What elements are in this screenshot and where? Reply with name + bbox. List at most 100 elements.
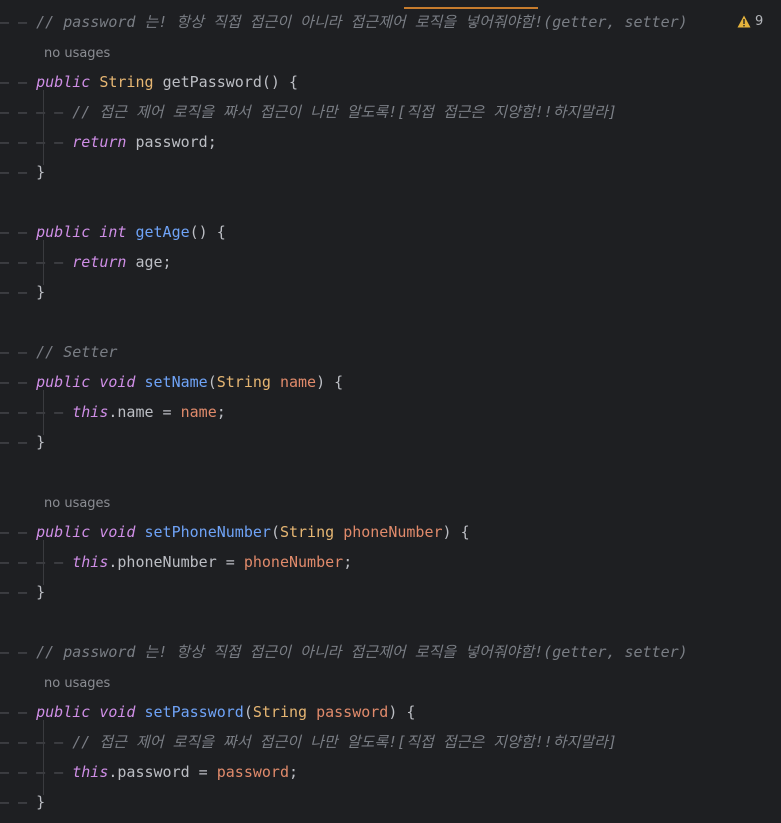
warning-triangle-icon xyxy=(737,15,751,28)
usage-hint[interactable]: no usages xyxy=(44,673,110,695)
code-token: // 접근 제어 로직을 짜서 접근이 나만 알도록![직접 접근은 지양함!!… xyxy=(72,733,617,751)
code-line[interactable]: — — public String getPassword() { xyxy=(0,67,298,97)
code-token: getPassword() { xyxy=(162,73,299,91)
code-token: setPassword xyxy=(144,703,244,721)
code-token: return xyxy=(72,133,127,151)
code-line[interactable]: — — } xyxy=(0,787,45,817)
code-token: .password = xyxy=(108,763,217,781)
code-token: ; xyxy=(216,403,226,421)
indent-guide: — — xyxy=(0,373,37,391)
indent-guide: — — xyxy=(0,283,37,301)
code-line[interactable]: — — — — return age; xyxy=(0,247,172,277)
code-token: } xyxy=(36,433,46,451)
warning-count: 9 xyxy=(755,14,764,29)
code-line[interactable]: — — } xyxy=(0,157,45,187)
code-token: } xyxy=(36,583,46,601)
usage-hint[interactable]: no usages xyxy=(44,493,110,515)
code-line[interactable]: — — — — this.name = name; xyxy=(0,397,226,427)
code-token: String xyxy=(216,373,271,391)
indent-guide: — — xyxy=(0,163,37,181)
code-line[interactable]: — — — — return password; xyxy=(0,127,217,157)
code-token: password; xyxy=(126,133,217,151)
code-token: public xyxy=(36,523,91,541)
block-guide xyxy=(43,390,44,435)
code-token: ( xyxy=(207,373,217,391)
code-token: .phoneNumber = xyxy=(108,553,244,571)
code-token: ( xyxy=(270,523,280,541)
code-token: public xyxy=(36,73,91,91)
code-line[interactable]: — — — — // 접근 제어 로직을 짜서 접근이 나만 알도록![직접 접… xyxy=(0,727,617,757)
code-token: // Setter xyxy=(36,343,118,361)
code-line[interactable]: — — // Setter xyxy=(0,337,117,367)
indent-guide: — — xyxy=(0,343,37,361)
code-token: ) { xyxy=(442,523,470,541)
code-token: this xyxy=(72,553,109,571)
code-line[interactable]: — — public void setPhoneNumber(String ph… xyxy=(0,517,470,547)
code-line[interactable]: — — — — // 접근 제어 로직을 짜서 접근이 나만 알도록![직접 접… xyxy=(0,97,617,127)
code-token: // password 는! 항상 직접 접근이 아니라 접근제어 로직을 넣어… xyxy=(36,13,688,31)
indent-guide: — — xyxy=(0,433,37,451)
code-token: phoneNumber xyxy=(243,553,344,571)
code-token: } xyxy=(36,793,46,811)
code-line[interactable]: — — // password 는! 항상 직접 접근이 아니라 접근제어 로직… xyxy=(0,7,688,37)
inspection-widget[interactable]: 9 xyxy=(737,14,763,29)
indent-guide: — — — — xyxy=(0,103,73,121)
code-token: ) { xyxy=(388,703,416,721)
indent-guide: — — — — xyxy=(0,133,73,151)
code-token: String xyxy=(279,523,335,541)
code-token: phoneNumber xyxy=(343,523,443,541)
code-token: } xyxy=(36,283,46,301)
indent-guide: — — xyxy=(0,13,37,31)
code-token: int xyxy=(99,223,127,241)
block-guide xyxy=(43,90,44,165)
code-line[interactable]: — — — — this.password = password; xyxy=(0,757,298,787)
code-line[interactable]: — — public void setName(String name) { xyxy=(0,367,343,397)
usage-hint[interactable]: no usages xyxy=(44,43,110,65)
indent-guide: — — xyxy=(0,703,37,721)
indent-guide: — — — — xyxy=(0,403,73,421)
code-token: this xyxy=(72,763,109,781)
code-line[interactable]: — — // password 는! 항상 직접 접근이 아니라 접근제어 로직… xyxy=(0,637,688,667)
code-token: name xyxy=(180,403,217,421)
code-token: return xyxy=(72,253,127,271)
code-line[interactable]: — — — — this.phoneNumber = phoneNumber; xyxy=(0,547,352,577)
indent-guide: — — — — xyxy=(0,553,73,571)
indent-guide: — — — — xyxy=(0,763,73,781)
code-token: } xyxy=(36,163,46,181)
code-token: ; xyxy=(343,553,353,571)
indent-guide: — — xyxy=(0,223,37,241)
code-token: void xyxy=(99,703,136,721)
indent-guide: — — — — xyxy=(0,253,73,271)
indent-guide: — — xyxy=(0,793,37,811)
code-token: public xyxy=(36,223,91,241)
code-token: ; xyxy=(289,763,299,781)
code-line[interactable]: — — } xyxy=(0,427,45,457)
code-token: setPhoneNumber xyxy=(144,523,271,541)
code-token: // 접근 제어 로직을 짜서 접근이 나만 알도록![직접 접근은 지양함!!… xyxy=(72,103,617,121)
code-token: void xyxy=(99,523,136,541)
code-line[interactable]: — — } xyxy=(0,277,45,307)
code-token: this xyxy=(72,403,109,421)
code-line[interactable]: — — public void setPassword(String passw… xyxy=(0,697,415,727)
code-token: public xyxy=(36,373,91,391)
code-line[interactable]: — — public int getAge() { xyxy=(0,217,226,247)
indent-guide: — — xyxy=(0,583,37,601)
block-guide xyxy=(43,540,44,585)
code-token: String xyxy=(99,73,154,91)
code-token: password xyxy=(316,703,389,721)
code-line[interactable]: — — } xyxy=(0,577,45,607)
code-token: name xyxy=(279,373,317,391)
indent-guide: — — — — xyxy=(0,733,73,751)
indent-guide: — — xyxy=(0,523,37,541)
code-token: getAge xyxy=(135,223,190,241)
block-guide xyxy=(43,240,44,285)
indent-guide: — — xyxy=(0,73,37,91)
code-token: password xyxy=(216,763,289,781)
